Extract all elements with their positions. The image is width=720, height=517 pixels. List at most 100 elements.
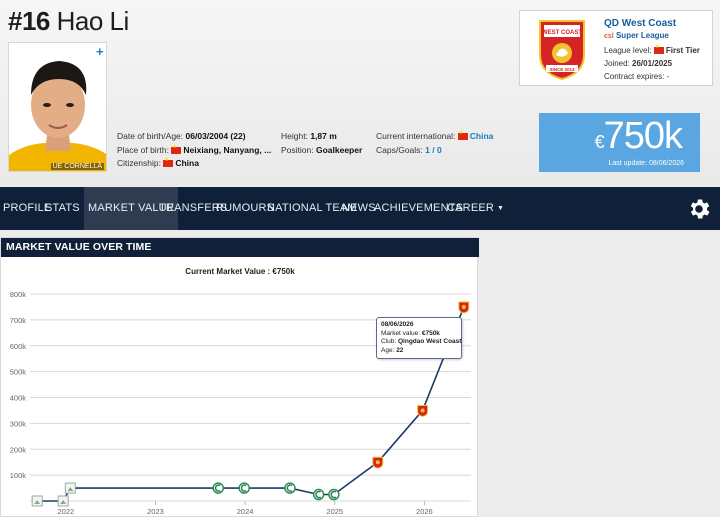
height-value: 1,87 m — [310, 131, 337, 141]
contract-row: Contract expires: - — [604, 72, 669, 81]
panel-heading: MARKET VALUE OVER TIME — [1, 238, 479, 257]
profile-nav: PROFILE STATS▼ MARKET VALUE TRANSFERS RU… — [0, 187, 720, 230]
contract-label: Contract expires: — [604, 72, 665, 81]
y-tick-label: 100k — [10, 471, 27, 480]
caps-label: Caps/Goals: — [376, 145, 423, 155]
x-tick-label: 2024 — [237, 507, 254, 516]
nav-career[interactable]: CAREER ▼ — [447, 187, 504, 230]
tooltip-club-row: Club: Qingdao West Coast — [381, 338, 461, 347]
photo-caption: UE CORNELLÀ — [50, 163, 104, 170]
height-label: Height: — [281, 131, 308, 141]
x-tick-label: 2023 — [147, 507, 164, 516]
intl-link[interactable]: China — [470, 131, 494, 141]
club-name-link[interactable]: QD West Coast — [604, 18, 676, 29]
player-photo[interactable]: UE CORNELLÀ — [8, 42, 107, 172]
caret-down-icon: ▼ — [497, 205, 505, 212]
intl-row: Current international: China — [376, 130, 494, 141]
league-level-row: League level: First Tier — [604, 44, 700, 55]
market-value-last-update: Last update: 08/06/2026 — [608, 160, 684, 167]
market-value-amount: €750k — [594, 115, 683, 158]
tooltip-date: 08/06/2026 — [381, 321, 414, 328]
club-crest-marker[interactable] — [328, 488, 340, 501]
position-value: Goalkeeper — [315, 145, 363, 155]
x-tick-label: 2025 — [326, 507, 343, 516]
nav-news[interactable]: NEWS — [342, 187, 376, 230]
tooltip-mv-label: Market value: — [381, 329, 421, 337]
player-name: Hao Li — [56, 6, 130, 36]
tooltip-mv-value: €750k — [421, 329, 440, 337]
pob-label: Place of birth: — [117, 145, 169, 155]
nav-rumours[interactable]: RUMOURS — [216, 187, 274, 230]
citizenship-row: Citizenship: China — [117, 157, 199, 168]
tooltip-age-label: Age: — [381, 346, 395, 354]
dob-label: Date of birth/Age: — [117, 131, 184, 141]
china-flag-icon — [653, 44, 664, 54]
caps-link[interactable]: 1 / 0 — [425, 145, 442, 155]
y-tick-label: 400k — [10, 394, 27, 403]
dob-value[interactable]: 06/03/2004 (22) — [186, 131, 246, 141]
club-crest-marker[interactable] — [417, 404, 429, 417]
china-flag-icon — [171, 144, 182, 154]
club-card: WEST COAST SINCE 2013 QD West Coast csl … — [519, 10, 713, 86]
x-tick-label: 2026 — [416, 507, 433, 516]
club-crest-marker[interactable] — [312, 488, 325, 501]
chart-tooltip: 08/06/2026 Market value: €750k Club: Qin… — [376, 317, 462, 359]
market-value-box[interactable]: €750k Last update: 08/06/2026 — [539, 113, 700, 172]
pob-value: Neixiang, Nanyang, ... — [183, 145, 272, 155]
club-logo-since: SINCE 2013 — [549, 67, 575, 72]
market-value-panel: MARKET VALUE OVER TIME Current Market Va… — [0, 237, 479, 517]
market-value-chart[interactable]: 100k 200k 300k 400k 500k 600k 700k 800k 2022 2023… — [1, 257, 479, 517]
market-value-currency: € — [594, 132, 605, 152]
y-tick-label: 300k — [10, 419, 27, 428]
tooltip-age-value: 22 — [396, 346, 404, 354]
add-photo-icon[interactable]: + — [96, 44, 104, 59]
tooltip-age-row: Age: 22 — [381, 347, 457, 356]
missing-crest-marker[interactable] — [57, 495, 69, 507]
position-label: Position: — [281, 145, 314, 155]
club-crest-marker[interactable] — [238, 482, 250, 494]
y-tick-label: 700k — [10, 316, 27, 325]
joined-row: Joined: 26/01/2025 — [604, 59, 672, 68]
league-link[interactable]: Super League — [616, 31, 669, 40]
missing-crest-marker[interactable] — [64, 482, 76, 494]
market-value-number: 750k — [603, 115, 683, 157]
missing-crest-marker[interactable] — [31, 495, 43, 507]
gear-icon[interactable] — [686, 196, 712, 222]
league-level-label: League level: — [604, 46, 652, 55]
nav-label: NEWS — [342, 202, 376, 214]
tooltip-club-label: Club: — [381, 338, 397, 345]
height-row: Height: 1,87 m — [281, 131, 337, 141]
x-tick-label: 2022 — [58, 507, 75, 516]
nav-label: STATS — [45, 202, 80, 214]
nav-label: RUMOURS — [216, 202, 275, 214]
club-crest-marker[interactable] — [212, 482, 224, 494]
club-crest-marker[interactable] — [372, 456, 384, 469]
position-row: Position: Goalkeeper — [281, 145, 362, 155]
club-league-row: csl Super League — [604, 31, 669, 40]
club-logo[interactable]: WEST COAST SINCE 2013 — [534, 17, 590, 81]
china-flag-icon — [163, 157, 174, 167]
y-tick-label: 500k — [10, 368, 27, 377]
club-logo-text: WEST COAST — [542, 30, 582, 36]
player-title: #16 Hao Li — [8, 6, 129, 37]
tooltip-club-value: Qingdao West Coast — [398, 338, 462, 345]
contract-value: - — [666, 72, 670, 81]
pob-row: Place of birth: Neixiang, Nanyang, ... — [117, 144, 272, 155]
league-level-value: First Tier — [665, 46, 700, 55]
y-tick-label: 200k — [10, 445, 27, 454]
joined-value: 26/01/2025 — [632, 59, 673, 68]
club-crest-marker[interactable] — [458, 301, 470, 314]
y-tick-label: 600k — [10, 342, 27, 351]
citizenship-value: China — [175, 158, 199, 168]
player-portrait-image — [9, 43, 106, 171]
joined-label: Joined: — [604, 59, 630, 68]
profile-header: #16 Hao Li UE CORNELLÀ + Date of birth/A… — [0, 0, 720, 186]
league-icon: csl — [604, 33, 614, 40]
citizenship-label: Citizenship: — [117, 158, 161, 168]
tooltip-mv-row: Market value: €750k — [381, 330, 457, 339]
china-flag-icon — [457, 130, 468, 140]
club-crest-marker[interactable] — [284, 482, 296, 494]
nav-label: CAREER — [447, 202, 495, 214]
dob-row: Date of birth/Age: 06/03/2004 (22) — [117, 131, 246, 141]
caps-row: Caps/Goals: 1 / 0 — [376, 145, 442, 155]
